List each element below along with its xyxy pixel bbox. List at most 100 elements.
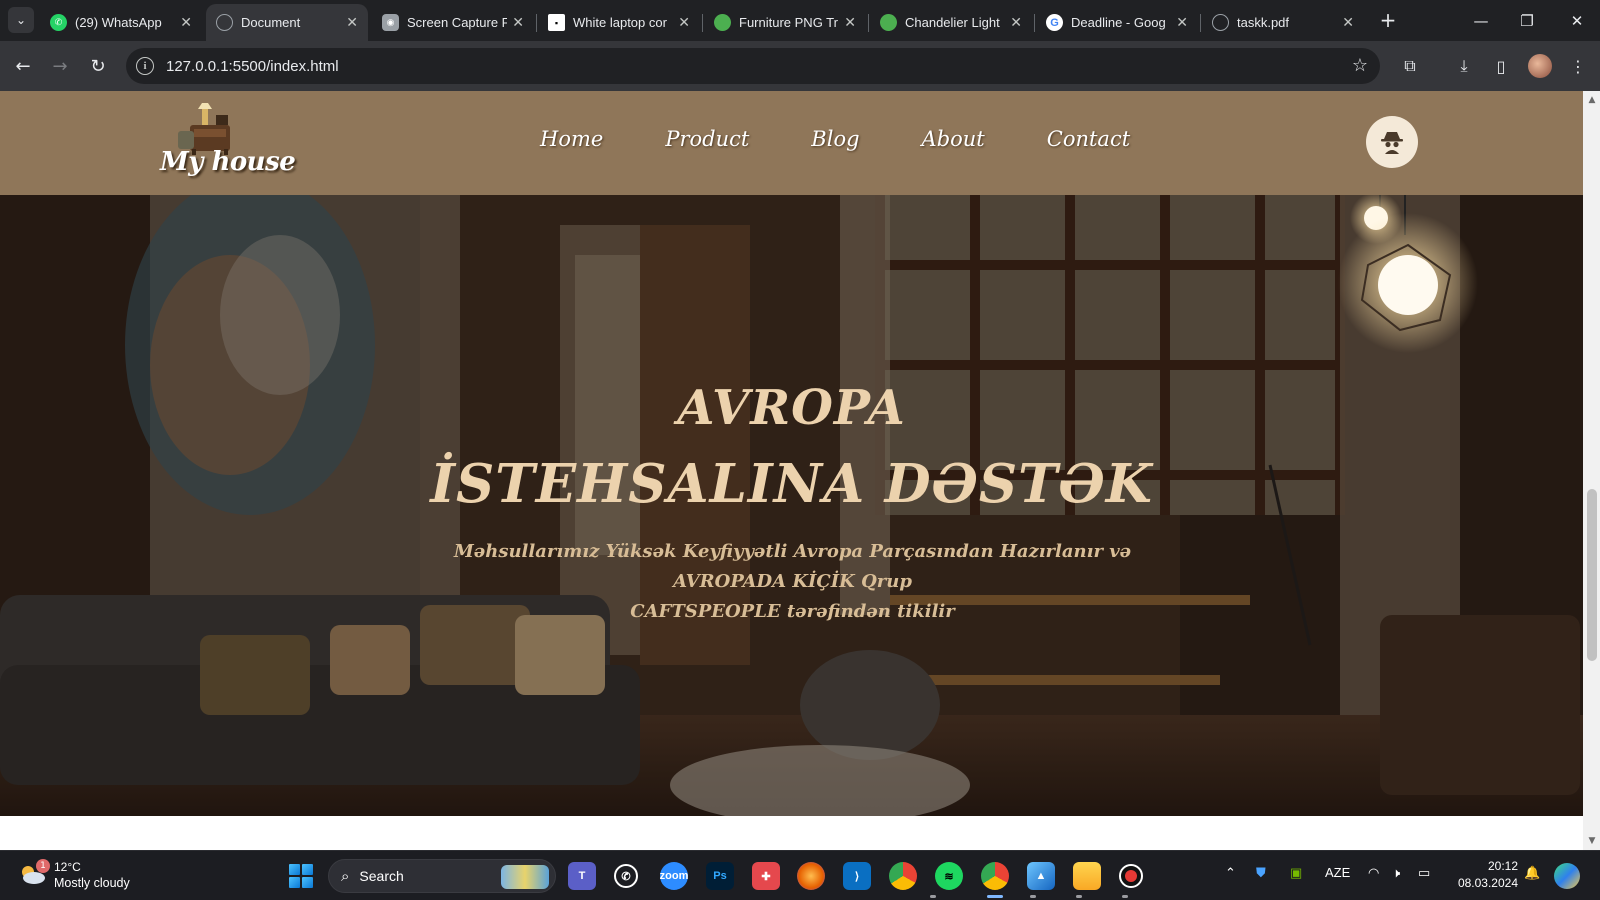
chrome-icon[interactable] — [889, 862, 917, 890]
extensions-icon[interactable]: ⧉ — [1398, 54, 1422, 78]
user-account-button[interactable] — [1366, 116, 1418, 168]
nav-about[interactable]: About — [922, 127, 985, 159]
tab-deadline-google[interactable]: G Deadline - Goog ✕ — [1036, 4, 1198, 41]
nav-blog[interactable]: Blog — [811, 127, 859, 159]
photos-icon[interactable]: ▲ — [1027, 862, 1055, 890]
profile-avatar[interactable] — [1528, 54, 1552, 78]
reload-icon: ↻ — [90, 55, 106, 77]
tab-label: Document — [241, 15, 301, 30]
restore-button[interactable]: ❐ — [1504, 0, 1550, 41]
vscode-icon[interactable]: ⟩ — [843, 862, 871, 890]
unsplash-icon: ▪ — [548, 14, 565, 31]
zoom-icon[interactable]: zoom — [660, 862, 688, 890]
reload-button[interactable]: ↻ — [86, 54, 110, 78]
recorder-icon[interactable] — [1119, 864, 1143, 888]
copilot-icon[interactable] — [1554, 863, 1580, 889]
main-nav: Home Product Blog About Contact — [540, 127, 1192, 159]
windows-taskbar: 1 12°C Mostly cloudy ⌕ Search T ✆ zoom P… — [0, 850, 1600, 900]
photoshop-icon[interactable]: Ps — [706, 862, 734, 890]
system-clock[interactable]: 20:12 08.03.2024 — [1448, 858, 1518, 892]
close-icon[interactable]: ✕ — [180, 14, 192, 31]
scroll-thumb[interactable] — [1587, 489, 1597, 661]
language-indicator[interactable]: AZE — [1325, 865, 1350, 880]
tab-taskk-pdf[interactable]: taskk.pdf ✕ — [1202, 4, 1364, 41]
speaker-muted-icon[interactable]: 🕨 — [1392, 865, 1400, 881]
tab-document[interactable]: Document ✕ — [206, 4, 368, 41]
close-icon[interactable]: ✕ — [346, 14, 358, 31]
bookmark-star-icon[interactable]: ☆ — [1352, 55, 1368, 76]
tab-label: (29) WhatsApp — [75, 15, 162, 30]
tab-screen-capture[interactable]: ◉ Screen Capture F ✕ — [372, 4, 534, 41]
camera-icon: ◉ — [382, 14, 399, 31]
globe-icon — [1212, 14, 1229, 31]
tab-label: Chandelier Light — [905, 15, 1000, 30]
spotify-icon[interactable]: ≋ — [935, 862, 963, 890]
close-icon[interactable]: ✕ — [512, 14, 524, 31]
tab-label: Screen Capture F — [407, 15, 507, 30]
chevron-up-icon[interactable]: ⌃ — [1225, 865, 1236, 881]
tab-strip: ⌄ ✆ (29) WhatsApp ✕ Document ✕ ◉ Screen … — [0, 0, 1600, 41]
close-icon[interactable]: ✕ — [678, 14, 690, 31]
web-page: My house Home Product Blog About Contact — [0, 91, 1583, 850]
url-text[interactable]: 127.0.0.1:5500/index.html — [166, 58, 339, 75]
search-highlight-image — [501, 865, 549, 889]
nav-product[interactable]: Product — [665, 127, 749, 159]
app-icon[interactable]: ✚ — [752, 862, 780, 890]
restore-icon: ❐ — [1520, 11, 1534, 30]
tab-whatsapp[interactable]: ✆ (29) WhatsApp ✕ — [40, 4, 202, 41]
chrome-profile-icon[interactable] — [981, 862, 1009, 890]
weather-widget[interactable]: 1 12°C Mostly cloudy — [16, 857, 156, 895]
side-panel-icon[interactable]: ▯ — [1489, 54, 1513, 78]
active-indicator — [987, 895, 1003, 898]
close-icon[interactable]: ✕ — [1342, 14, 1354, 31]
hero-section: AVROPA İSTEHSALINA DƏSTƏK Məhsullarımız … — [0, 195, 1583, 816]
tab-furniture-png[interactable]: Furniture PNG Tr ✕ — [704, 4, 866, 41]
hero-title-line1: AVROPA — [677, 380, 906, 436]
wifi-icon[interactable]: ◠ — [1368, 865, 1379, 881]
new-tab-button[interactable]: + — [1376, 8, 1400, 32]
arrow-right-icon: → — [52, 55, 68, 77]
tab-label: White laptop cor — [573, 15, 667, 30]
close-icon: ✕ — [1570, 11, 1584, 30]
scroll-down-arrow-icon[interactable]: ▼ — [1587, 836, 1597, 846]
whatsapp-icon[interactable]: ✆ — [614, 864, 638, 888]
close-icon[interactable]: ✕ — [1010, 14, 1022, 31]
nav-contact[interactable]: Contact — [1047, 127, 1130, 159]
whatsapp-icon: ✆ — [50, 14, 67, 31]
forward-button[interactable]: → — [48, 54, 72, 78]
pngtree-icon — [880, 14, 897, 31]
windows-start-button[interactable] — [289, 864, 313, 888]
firefox-icon[interactable] — [797, 862, 825, 890]
running-indicator — [1030, 895, 1036, 898]
running-indicator — [1076, 895, 1082, 898]
search-icon: ⌕ — [341, 867, 350, 885]
battery-icon[interactable]: ▭ — [1418, 865, 1430, 881]
teams-icon[interactable]: T — [568, 862, 596, 890]
close-icon[interactable]: ✕ — [1176, 14, 1188, 31]
menu-kebab-icon[interactable]: ⋮ — [1566, 54, 1590, 78]
address-bar[interactable]: i 127.0.0.1:5500/index.html ☆ — [126, 48, 1380, 84]
download-icon[interactable]: ⤓ — [1452, 54, 1476, 78]
notification-bell-icon[interactable]: 🔔 — [1524, 865, 1540, 881]
close-window-button[interactable]: ✕ — [1554, 0, 1600, 41]
defender-shield-icon[interactable]: ⛊ — [1256, 865, 1266, 881]
scroll-up-arrow-icon[interactable]: ▲ — [1587, 95, 1597, 105]
tab-white-laptop[interactable]: ▪ White laptop cor ✕ — [538, 4, 700, 41]
file-explorer-icon[interactable] — [1073, 862, 1101, 890]
nvidia-icon[interactable]: ▣ — [1290, 865, 1302, 881]
minimize-icon: — — [1473, 11, 1489, 30]
site-info-icon[interactable]: i — [136, 57, 154, 75]
tab-chandelier-light[interactable]: Chandelier Light ✕ — [870, 4, 1032, 41]
site-logo[interactable]: My house — [160, 103, 296, 185]
tab-separator — [702, 14, 703, 32]
logo-text: My house — [160, 147, 296, 177]
page-scrollbar[interactable]: ▲ ▼ — [1583, 91, 1600, 850]
minimize-button[interactable]: — — [1458, 0, 1504, 41]
pngtree-icon — [714, 14, 731, 31]
taskbar-search[interactable]: ⌕ Search — [328, 859, 556, 893]
tab-search-button[interactable]: ⌄ — [8, 7, 34, 33]
close-icon[interactable]: ✕ — [844, 14, 856, 31]
weather-description: Mostly cloudy — [54, 876, 130, 890]
back-button[interactable]: ← — [11, 54, 35, 78]
nav-home[interactable]: Home — [540, 127, 603, 159]
